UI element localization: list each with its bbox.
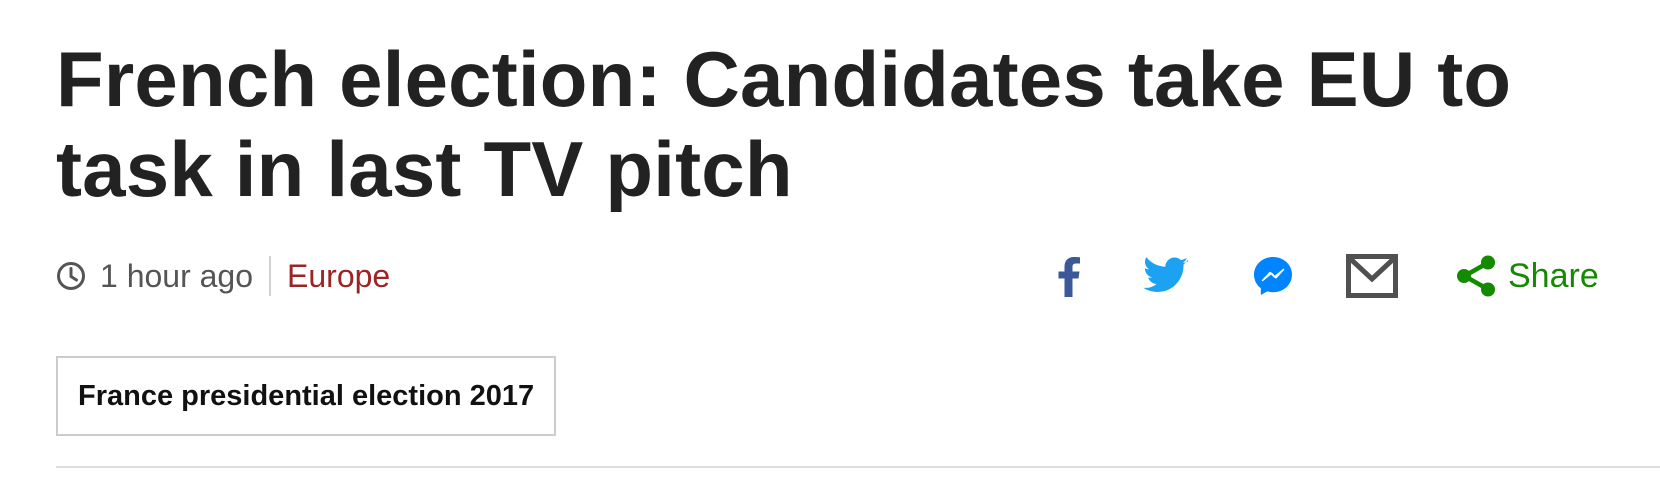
article-header: French election: Candidates take EU to t… [56,0,1660,504]
section-link-europe[interactable]: Europe [287,246,390,306]
share-icon [1457,255,1495,297]
article-meta: 1 hour ago Europe Share [56,246,1660,306]
facebook-icon [1058,257,1080,297]
facebook-share-button[interactable] [1046,246,1092,306]
share-tools: Share [1046,246,1660,306]
messenger-share-button[interactable] [1250,246,1296,306]
meta-divider [269,256,272,296]
twitter-share-button[interactable] [1142,246,1190,306]
share-button[interactable]: Share [1456,246,1606,306]
divider-line [56,466,1660,468]
timestamp: 1 hour ago [100,258,254,294]
share-label: Share [1508,257,1599,295]
email-share-button[interactable] [1346,246,1398,306]
messenger-icon [1254,257,1292,295]
timestamp-group: 1 hour ago Europe [56,246,390,306]
topic-tag-france-election[interactable]: France presidential election 2017 [56,356,557,436]
clock-icon [56,261,86,291]
email-icon [1346,254,1398,298]
twitter-icon [1143,257,1189,292]
headline: French election: Candidates take EU to t… [56,35,1512,213]
